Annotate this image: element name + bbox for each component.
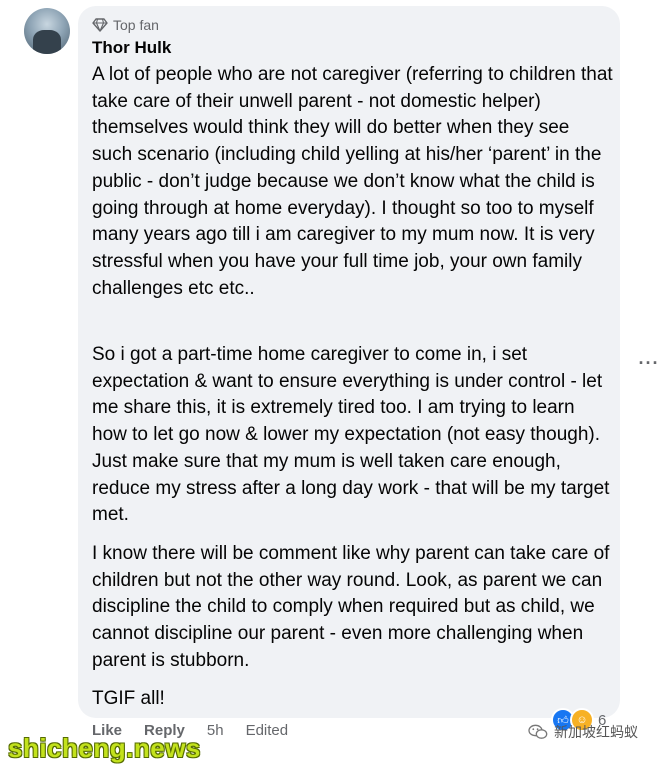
badge-label: Top fan [113,17,159,33]
author-name[interactable]: Thor Hulk [92,38,171,58]
wechat-icon [528,724,548,739]
comment-paragraph-4: TGIF all! [92,688,165,709]
channel-watermark-text: 新加坡红蚂蚁 [554,724,638,740]
diamond-icon [92,18,108,32]
more-options-icon[interactable]: ··· [638,352,660,374]
comment-paragraph-3: I know there will be comment like why pa… [92,543,610,671]
comment-paragraph-1: A lot of people who are not caregiver (r… [92,64,613,299]
comment-paragraph-2: So i got a part-time home caregiver to c… [92,344,610,526]
channel-watermark: 新加坡红蚂蚁 [528,722,638,742]
site-watermark: shicheng.news [8,733,201,763]
edited-label: Edited [245,722,289,739]
avatar[interactable] [24,8,70,54]
top-fan-badge: Top fan [92,17,159,33]
timestamp[interactable]: 5h [207,722,224,739]
